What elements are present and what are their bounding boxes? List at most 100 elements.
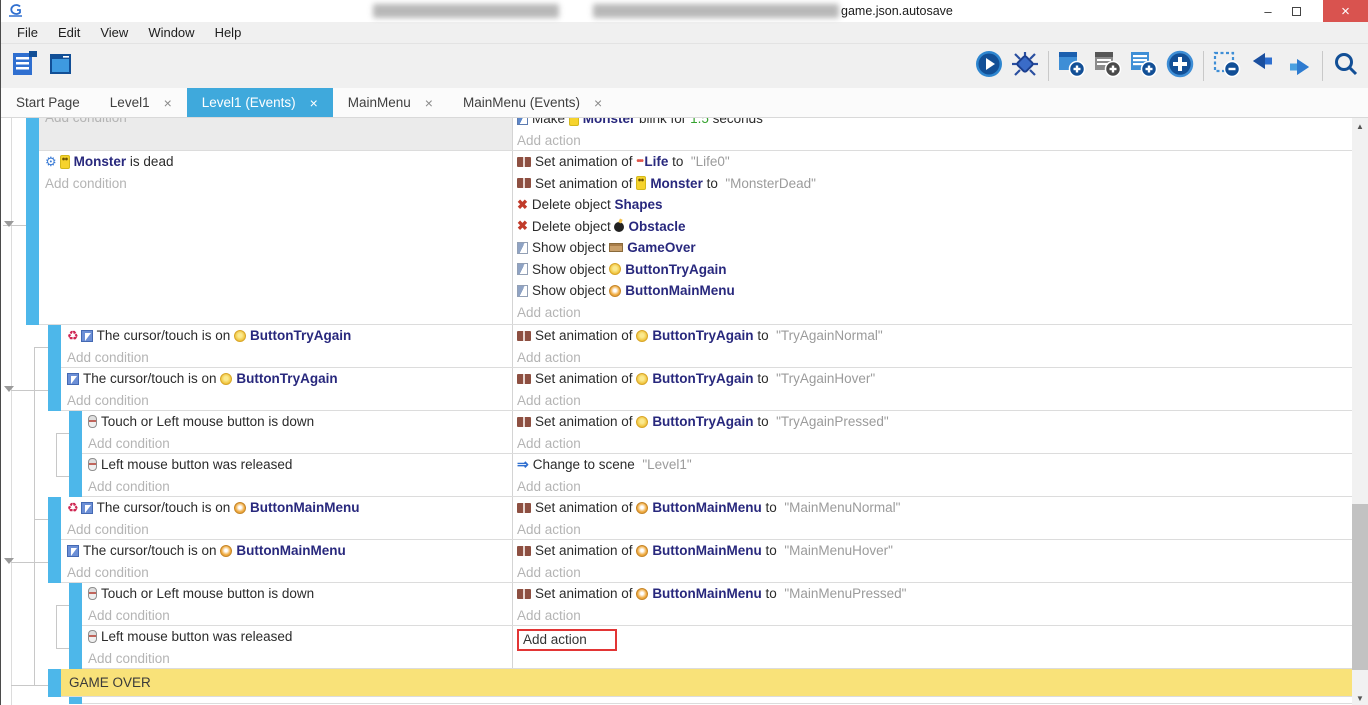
add-condition-button[interactable]: Add condition [67, 522, 149, 537]
condition-line[interactable]: Add condition [39, 118, 512, 129]
condition-line[interactable]: Add condition [82, 476, 512, 497]
event-mainmenu-hovered[interactable]: The cursor/touch is on ButtonMainMenuAdd… [1, 540, 1353, 583]
condition-line[interactable]: ♻The cursor/touch is on ButtonTryAgain [61, 325, 512, 347]
add-action-button[interactable]: Add action [517, 522, 581, 537]
add-action-button[interactable]: Add action [517, 133, 581, 148]
condition-line[interactable]: Add condition [39, 173, 512, 195]
action-line[interactable]: Set animation of ButtonTryAgain to "TryA… [513, 325, 1353, 347]
menu-help[interactable]: Help [205, 22, 252, 44]
condition-line[interactable]: Add condition [82, 433, 512, 454]
menu-edit[interactable]: Edit [48, 22, 90, 44]
condition-line[interactable]: Add condition [61, 519, 512, 540]
tab-start-page[interactable]: Start Page [1, 88, 95, 117]
remove-selection-button[interactable] [1209, 48, 1245, 84]
action-line[interactable]: Set animation of ButtonTryAgain to "TryA… [513, 368, 1353, 390]
search-button[interactable] [1328, 48, 1364, 84]
project-manager-button[interactable] [7, 48, 43, 84]
add-action-button-highlighted[interactable]: Add action [517, 629, 617, 651]
redo-button[interactable] [1281, 48, 1317, 84]
add-condition-button[interactable]: Add condition [67, 393, 149, 408]
action-line[interactable]: Set animation of ButtonMainMenu to "Main… [513, 497, 1353, 519]
menu-window[interactable]: Window [138, 22, 204, 44]
action-line[interactable]: ⇒Change to scene "Level1" [513, 454, 1353, 476]
condition-line[interactable]: Add condition [61, 562, 512, 583]
condition-line[interactable]: Add condition [61, 347, 512, 368]
event-tryagain-hovered[interactable]: The cursor/touch is on ButtonTryAgain Add… [1, 368, 1353, 411]
close-tab-icon[interactable]: × [164, 95, 172, 111]
condition-line[interactable]: Left mouse button was released [82, 626, 512, 648]
start-page-button[interactable] [43, 48, 79, 84]
action-line[interactable]: Set animation of •••Life to "Life0" [513, 151, 1353, 173]
condition-line[interactable]: ♻The cursor/touch is on ButtonMainMenu [61, 497, 512, 519]
action-line[interactable]: Show object ButtonTryAgain [513, 259, 1353, 281]
condition-line[interactable]: Add condition [61, 390, 512, 411]
add-condition-button[interactable]: Add condition [45, 176, 127, 191]
action-line[interactable]: Add action [513, 347, 1353, 368]
tab-level1-events-[interactable]: Level1 (Events)× [187, 88, 333, 117]
close-button[interactable]: × [1323, 0, 1368, 22]
event-tryagain-released[interactable]: Left mouse button was releasedAdd condit… [1, 454, 1353, 497]
condition-line[interactable]: ⚙Monster is dead [39, 151, 512, 173]
close-tab-icon[interactable]: × [594, 95, 602, 111]
scroll-up-icon[interactable]: ▲ [1352, 118, 1368, 134]
event-tryagain-not-hovered[interactable]: ♻The cursor/touch is on ButtonTryAgainAd… [1, 325, 1353, 368]
scrollbar-thumb[interactable] [1352, 504, 1368, 670]
action-line[interactable]: Set animation of ButtonMainMenu to "Main… [513, 583, 1353, 605]
condition-line[interactable]: Add condition [82, 648, 512, 669]
event-monster-is-dead[interactable]: ⚙Monster is dead Add condition Set animati… [1, 151, 1353, 325]
action-line[interactable]: Add action [513, 130, 1353, 151]
minimize-button[interactable]: – [1255, 0, 1281, 22]
partial-next-event[interactable] [1, 697, 1353, 704]
add-condition-button[interactable]: Add condition [67, 565, 149, 580]
condition-line[interactable]: Touch or Left mouse button is down [82, 583, 512, 605]
vertical-scrollbar[interactable]: ▲ ▼ [1352, 118, 1368, 705]
action-line[interactable]: Add action [513, 390, 1353, 411]
event-monster-hit[interactable]: Add conditionMake Monster blink for 1.5 … [1, 118, 1353, 151]
add-action-button[interactable]: Add action [517, 393, 581, 408]
add-condition-button[interactable]: Add condition [88, 436, 170, 451]
action-line[interactable]: Add action [513, 626, 1353, 653]
action-line[interactable]: Add action [513, 605, 1353, 626]
debug-button[interactable] [1007, 48, 1043, 84]
condition-line[interactable]: The cursor/touch is on ButtonMainMenu [61, 540, 512, 562]
condition-line[interactable]: Add condition [82, 605, 512, 626]
action-line[interactable]: Set animation of ButtonTryAgain to "TryA… [513, 411, 1353, 433]
event-mainmenu-not-hovered[interactable]: ♻The cursor/touch is on ButtonMainMenu Ad… [1, 497, 1353, 540]
action-line[interactable]: Add action [513, 519, 1353, 540]
action-line[interactable]: Show object ButtonMainMenu [513, 280, 1353, 302]
condition-line[interactable]: Touch or Left mouse button is down [82, 411, 512, 433]
add-condition-button[interactable]: Add condition [88, 651, 170, 666]
menu-file[interactable]: File [7, 22, 48, 44]
add-action-button[interactable]: Add action [517, 608, 581, 623]
action-line[interactable]: Set animation of Monster to "MonsterDead… [513, 173, 1353, 195]
action-line[interactable]: ✖Delete object Obstacle [513, 216, 1353, 238]
fold-arrow-icon[interactable] [4, 558, 14, 564]
fold-arrow-icon[interactable] [4, 386, 14, 392]
event-tryagain-pressed[interactable]: Touch or Left mouse button is down Add co… [1, 411, 1353, 454]
add-condition-button[interactable]: Add condition [88, 479, 170, 494]
add-condition-button[interactable]: Add condition [45, 118, 127, 125]
event-mainmenu-pressed[interactable]: Touch or Left mouse button is downAdd co… [1, 583, 1353, 626]
close-tab-icon[interactable]: × [425, 95, 433, 111]
tab-mainmenu-events-[interactable]: MainMenu (Events)× [448, 88, 617, 117]
action-line[interactable]: ✖Delete object Shapes [513, 194, 1353, 216]
add-action-button[interactable]: Add action [517, 305, 581, 320]
add-action-button[interactable]: Add action [517, 436, 581, 451]
add-comment-button[interactable] [1126, 48, 1162, 84]
add-event-button[interactable] [1054, 48, 1090, 84]
add-other-event-button[interactable] [1162, 48, 1198, 84]
tab-mainmenu[interactable]: MainMenu× [333, 88, 448, 117]
action-line[interactable]: Add action [513, 433, 1353, 454]
tab-level1[interactable]: Level1× [95, 88, 187, 117]
action-line[interactable]: Add action [513, 562, 1353, 583]
event-mainmenu-released[interactable]: Left mouse button was released Add condit… [1, 626, 1353, 669]
play-button[interactable] [971, 48, 1007, 84]
scroll-down-icon[interactable]: ▼ [1352, 690, 1368, 705]
condition-line[interactable]: The cursor/touch is on ButtonTryAgain [61, 368, 512, 390]
undo-button[interactable] [1245, 48, 1281, 84]
restore-button[interactable] [1283, 0, 1309, 22]
action-line[interactable]: Set animation of ButtonMainMenu to "Main… [513, 540, 1353, 562]
add-action-button[interactable]: Add action [517, 479, 581, 494]
comment-event[interactable]: GAME OVER [1, 669, 1353, 697]
action-line[interactable]: Add action [513, 302, 1353, 324]
